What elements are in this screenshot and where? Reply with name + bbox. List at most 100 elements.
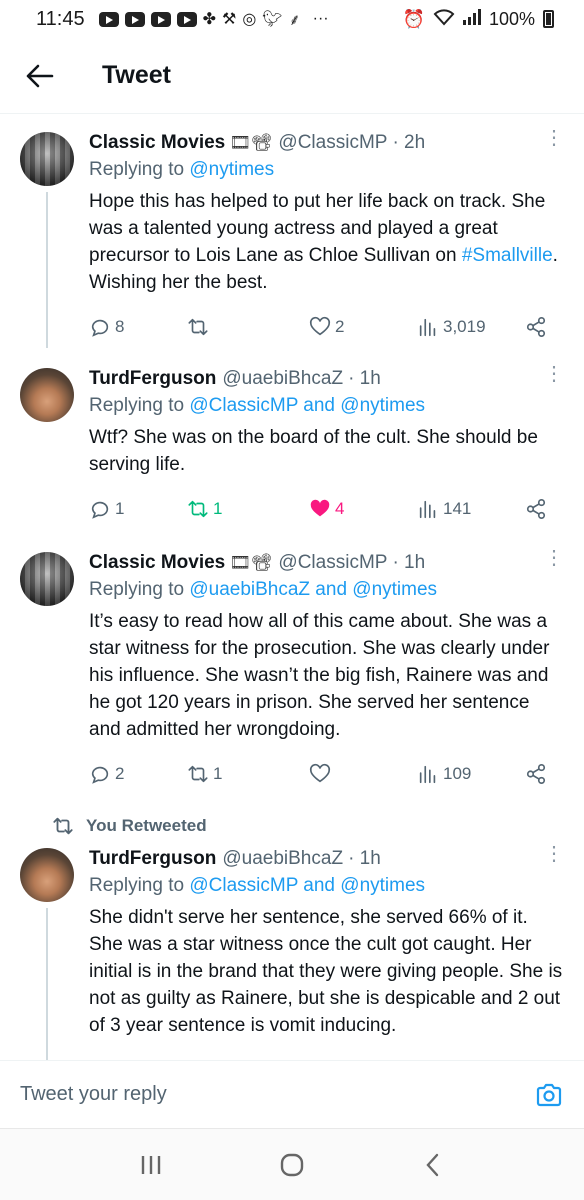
replying-to-label: Replying to <box>89 159 190 180</box>
mention-link[interactable]: @ClassicMP and @nytimes <box>189 395 425 416</box>
views-button[interactable]: 141 <box>417 498 471 520</box>
system-icons: ⏰ 100% <box>403 8 554 31</box>
retweet-icon <box>188 500 208 518</box>
reply-icon <box>91 319 109 337</box>
share-button[interactable] <box>525 763 547 785</box>
user-handle[interactable]: @uaebiBhcaZ <box>222 848 343 870</box>
retweet-icon <box>53 817 73 835</box>
retweet-count: 1 <box>213 764 223 783</box>
share-icon <box>526 499 546 519</box>
share-icon <box>526 764 546 784</box>
back-arrow-icon[interactable] <box>0 38 80 114</box>
timestamp: · 1h <box>392 552 426 573</box>
replying-to-line: Replying to @uaebiBhcaZ and @nytimes <box>89 579 564 606</box>
camera-icon[interactable] <box>534 1080 564 1110</box>
view-count: 3,019 <box>443 317 486 336</box>
mention-link[interactable]: @nytimes <box>189 159 274 180</box>
replying-to-label: Replying to <box>89 395 190 416</box>
reply-composer <box>0 1060 584 1128</box>
tweet[interactable]: TurdFerguson @uaebiBhcaZ · 1h ⋮ Replying… <box>0 844 584 1060</box>
film-emoji-badge: 🎞📽 <box>229 133 273 152</box>
heart-icon <box>309 316 331 336</box>
user-handle[interactable]: @uaebiBhcaZ <box>222 368 343 390</box>
retweet-icon <box>188 318 208 336</box>
like-button[interactable] <box>309 763 335 785</box>
notification-icons: ✤ ⚒ ◎ 🐦︎ ⸙ ··· <box>98 8 329 30</box>
replying-to-line: Replying to @nytimes <box>89 159 564 186</box>
views-icon <box>419 765 436 784</box>
retweet-count: 1 <box>213 499 223 518</box>
display-name[interactable]: Classic Movies <box>89 132 225 154</box>
reply-count: 2 <box>115 764 125 783</box>
battery-percent: 100% <box>488 8 535 29</box>
avatar[interactable] <box>20 132 74 186</box>
replying-to-line: Replying to @ClassicMP and @nytimes <box>89 395 564 422</box>
mention-link[interactable]: @uaebiBhcaZ and @nytimes <box>189 579 437 600</box>
user-handle[interactable]: @ClassicMP <box>278 132 387 154</box>
retweet-button[interactable] <box>187 316 213 338</box>
twitter-icon: 🐦︎ <box>262 11 283 28</box>
user-handle[interactable]: @ClassicMP <box>278 552 387 574</box>
display-name[interactable]: TurdFerguson <box>89 368 216 390</box>
views-icon <box>419 318 436 337</box>
more-options-icon[interactable]: ⋮ <box>544 844 564 864</box>
reply-icon <box>91 501 109 519</box>
wifi-icon <box>433 8 455 31</box>
tweet-actions: 8 2 3,019 <box>89 312 551 342</box>
display-name[interactable]: Classic Movies <box>89 552 225 574</box>
more-notifications-dots: ··· <box>312 10 329 27</box>
more-options-icon[interactable]: ⋮ <box>544 128 564 148</box>
tweet[interactable]: Classic Movies 🎞📽 @ClassicMP · 2h ⋮ Repl… <box>0 128 584 350</box>
like-button[interactable]: 4 <box>309 498 344 520</box>
tweet-actions: 1 1 4 141 <box>89 494 551 524</box>
system-navigation-bar <box>0 1128 584 1200</box>
display-name[interactable]: TurdFerguson <box>89 848 216 870</box>
retweeted-label: You Retweeted <box>86 816 207 835</box>
retweeted-indicator: You Retweeted <box>52 815 207 837</box>
replying-to-line: Replying to @ClassicMP and @nytimes <box>89 875 564 902</box>
home-icon[interactable] <box>272 1145 312 1185</box>
youtube-icon <box>98 11 119 27</box>
like-button[interactable]: 2 <box>309 316 344 338</box>
tweet[interactable]: Classic Movies 🎞📽 @ClassicMP · 1h ⋮ Repl… <box>0 548 584 800</box>
view-count: 109 <box>443 764 472 783</box>
instagram-icon: ◎ <box>242 11 257 28</box>
status-time: 11:45 <box>36 7 85 30</box>
views-button[interactable]: 109 <box>417 763 471 785</box>
reply-count: 1 <box>115 499 125 518</box>
recent-apps-icon[interactable] <box>131 1145 171 1185</box>
timestamp: · 2h <box>392 132 426 153</box>
reply-input[interactable] <box>20 1083 534 1106</box>
avatar[interactable] <box>20 368 74 422</box>
status-bar: 11:45 ✤ ⚒ ◎ 🐦︎ ⸙ ··· ⏰ 100% <box>0 0 584 38</box>
back-nav-icon[interactable] <box>413 1145 453 1185</box>
share-icon <box>526 317 546 337</box>
retweet-icon <box>188 765 208 783</box>
broom-icon: ⸙ <box>288 12 301 29</box>
reply-button[interactable]: 8 <box>89 316 124 338</box>
more-options-icon[interactable]: ⋮ <box>544 364 564 384</box>
views-button[interactable]: 3,019 <box>417 316 486 338</box>
avatar[interactable] <box>20 552 74 606</box>
share-button[interactable] <box>525 498 547 520</box>
reply-button[interactable]: 1 <box>89 498 124 520</box>
tools-icon: ⚒ <box>221 11 237 28</box>
more-options-icon[interactable]: ⋮ <box>544 548 564 568</box>
reply-button[interactable]: 2 <box>89 763 124 785</box>
retweet-button[interactable]: 1 <box>187 763 222 785</box>
timestamp: · 1h <box>348 368 381 389</box>
like-count: 4 <box>335 499 345 518</box>
tweet-text: It’s easy to read how all of this came a… <box>89 611 550 740</box>
hashtag-link[interactable]: #Smallville <box>462 245 553 266</box>
retweet-button[interactable]: 1 <box>187 498 222 520</box>
avatar[interactable] <box>20 848 74 902</box>
replying-to-label: Replying to <box>89 579 190 600</box>
tweet-text: Wtf? She was on the board of the cult. S… <box>89 427 538 475</box>
heart-icon <box>309 763 331 783</box>
share-button[interactable] <box>525 316 547 338</box>
youtube-icon <box>150 11 171 27</box>
alarm-icon: ⏰ <box>402 8 425 29</box>
tweet[interactable]: TurdFerguson @uaebiBhcaZ · 1h ⋮ Replying… <box>0 364 584 536</box>
page-title: Tweet <box>102 61 171 89</box>
mention-link[interactable]: @ClassicMP and @nytimes <box>189 875 425 896</box>
